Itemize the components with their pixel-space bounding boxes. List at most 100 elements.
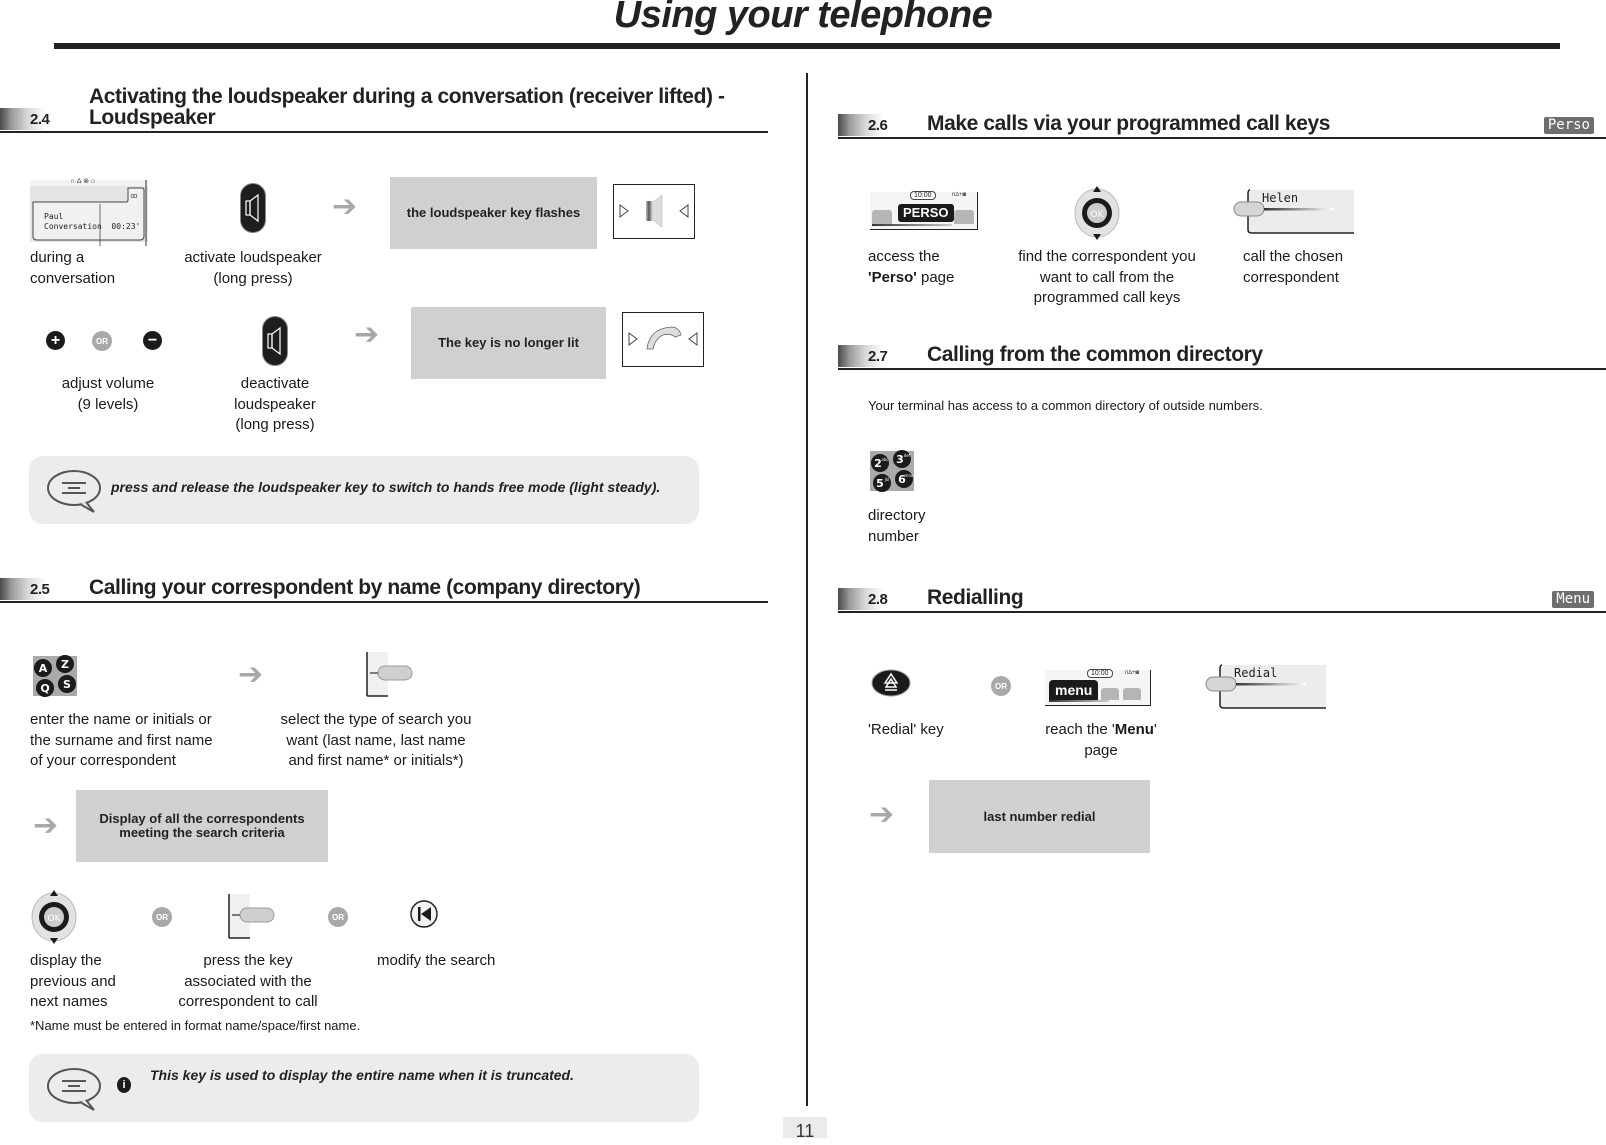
volume-up-button[interactable]: + bbox=[46, 331, 65, 350]
arrow-right-icon: ➔ bbox=[869, 798, 895, 831]
page-number-tab: 11 bbox=[783, 1117, 827, 1141]
or-badge: OR bbox=[92, 331, 112, 351]
skip-back-icon bbox=[410, 900, 438, 928]
key-5: 5 bbox=[876, 477, 884, 490]
key-label: Helen bbox=[1262, 191, 1299, 205]
modify-search-key[interactable] bbox=[409, 899, 439, 929]
section-rule bbox=[838, 368, 1606, 370]
key-5-letters: jkl bbox=[884, 477, 890, 482]
screen-time: 10:00 bbox=[910, 191, 936, 200]
step-enter-name: enter the name or initials or the surnam… bbox=[30, 711, 213, 769]
step-adjust-volume: adjust volume (9 levels) bbox=[61, 375, 155, 413]
section-number: 2.5 bbox=[30, 581, 50, 598]
section-rule bbox=[838, 137, 1606, 139]
redial-icon bbox=[871, 669, 911, 697]
softkey-correspondent[interactable] bbox=[228, 894, 278, 940]
key-3: 3 bbox=[896, 453, 904, 466]
section-title: Redialling bbox=[927, 586, 1024, 609]
key-q: Q bbox=[40, 682, 49, 695]
step-press-key: press the key associated with the corres… bbox=[178, 952, 318, 1010]
loudspeaker-key-deactivate[interactable] bbox=[262, 316, 288, 366]
programmed-key-redial[interactable]: Redial bbox=[1205, 664, 1326, 709]
speaker-flashing-icon bbox=[619, 194, 689, 228]
page-number: 11 bbox=[795, 1121, 815, 1141]
navigator-icon: OK bbox=[1074, 186, 1120, 240]
perso-tag: Perso bbox=[1543, 117, 1594, 134]
section-title: Make calls via your programmed call keys bbox=[927, 112, 1331, 135]
or-badge: OR bbox=[152, 907, 172, 927]
ok-navigator[interactable]: OK bbox=[31, 890, 77, 944]
step-access-perso: access the 'Perso' page bbox=[868, 247, 954, 288]
arrow-right-icon: ➔ bbox=[354, 318, 380, 351]
section-2-8-header: 2.8 Redialling Menu bbox=[838, 580, 1606, 613]
keypad-letters-icon: A Z Q S bbox=[34, 655, 76, 697]
note-text: This key is used to display the entire n… bbox=[150, 1067, 574, 1083]
step-reach-menu: reach the 'Menu' page bbox=[1020, 720, 1182, 761]
speech-bubble-icon bbox=[46, 1066, 106, 1112]
screen-time: 10:00 bbox=[1087, 669, 1113, 678]
step-redial-key: 'Redial' key bbox=[868, 721, 944, 738]
arrow-right-icon: ➔ bbox=[238, 658, 264, 691]
key-6-letters: mno bbox=[905, 473, 914, 478]
ok-navigator[interactable]: OK bbox=[1074, 186, 1120, 240]
key-3-letters: def bbox=[904, 453, 911, 458]
softkey-select-search[interactable] bbox=[366, 652, 416, 698]
step-directory-number: directory number bbox=[868, 507, 926, 545]
result-key-no-longer-lit: The key is no longer lit bbox=[411, 307, 606, 379]
key-a: A bbox=[39, 662, 48, 675]
step-find-correspondent: find the correspondent you want to call … bbox=[1018, 248, 1196, 306]
key-z: Z bbox=[61, 658, 69, 671]
svg-text:ꝏ: ꝏ bbox=[130, 192, 137, 200]
section-2-6-header: 2.6 Make calls via your programmed call … bbox=[838, 106, 1606, 139]
section-rule bbox=[0, 601, 768, 603]
step-activate-loudspeaker: activate loudspeaker (long press) bbox=[184, 249, 322, 287]
step-during-conversation: during a conversation bbox=[30, 249, 116, 287]
softkey-icon bbox=[366, 652, 413, 697]
numeric-keypad-icon[interactable]: 2 3 5 6 abc def jkl mno bbox=[870, 450, 914, 492]
reach-pre: reach the ' bbox=[1045, 721, 1115, 738]
section-rule bbox=[838, 611, 1606, 613]
flashing-speaker-key-display bbox=[613, 184, 695, 239]
screen-page-label: menu bbox=[1049, 680, 1099, 700]
title-rule bbox=[54, 43, 1560, 49]
section-2-5-header: 2.5 Calling your correspondent by name (… bbox=[0, 570, 768, 603]
screen-page-label: PERSO bbox=[898, 204, 954, 222]
step-display-previous-next: display the previous and next names bbox=[30, 952, 116, 1010]
programmed-key-helen[interactable]: Helen bbox=[1233, 189, 1354, 234]
menu-page-screen[interactable]: 10:00 n∆+◙ menu bbox=[1045, 669, 1151, 706]
or-badge: OR bbox=[328, 907, 348, 927]
section-number: 2.6 bbox=[868, 117, 888, 134]
section-title-line-1: Activating the loudspeaker during a conv… bbox=[89, 85, 725, 108]
note-text: press and release the loudspeaker key to… bbox=[111, 479, 661, 495]
section-number: 2.8 bbox=[868, 591, 888, 608]
phone-screen-conversation: ꝏ ∩ ∆ ⊗ ⌂ Paul Conversation 00:23' bbox=[30, 178, 148, 246]
screen-status-icons: ∩ ∆ ⊗ ⌂ bbox=[70, 178, 96, 185]
key-s: S bbox=[63, 678, 71, 691]
section-2-7-header: 2.7 Calling from the common directory bbox=[838, 337, 1606, 370]
redial-key[interactable] bbox=[871, 669, 911, 697]
ok-label: OK bbox=[48, 914, 62, 924]
note-icon bbox=[47, 1068, 101, 1111]
result-last-number-redial: last number redial bbox=[929, 780, 1150, 853]
loudspeaker-key[interactable] bbox=[240, 183, 266, 233]
loudspeaker-icon bbox=[262, 316, 288, 366]
perso-bold: 'Perso' bbox=[868, 268, 917, 286]
handset-icon bbox=[628, 326, 698, 350]
footnote: *Name must be entered in format name/spa… bbox=[30, 1018, 361, 1033]
volume-down-button[interactable]: − bbox=[143, 331, 162, 350]
key-2-letters: abc bbox=[881, 457, 888, 462]
ok-label: OK bbox=[1091, 210, 1105, 220]
section-rule bbox=[0, 131, 768, 133]
screen-caller-name: Paul bbox=[44, 212, 64, 221]
step-modify-search: modify the search bbox=[377, 952, 496, 969]
alpha-keypad-icon[interactable]: A Z Q S bbox=[33, 655, 77, 697]
handset-key-display bbox=[622, 312, 704, 367]
section-title-line-2: Loudspeaker bbox=[89, 106, 216, 129]
softkey-icon bbox=[228, 894, 275, 939]
page-word: page bbox=[916, 268, 955, 286]
perso-page-screen[interactable]: 10:00 n∆+◙ PERSO bbox=[870, 191, 978, 230]
page-title: Using your telephone bbox=[613, 0, 993, 36]
speech-bubble-icon bbox=[46, 468, 106, 514]
menu-bold: Menu bbox=[1114, 721, 1154, 738]
keypad-digits-icon: 2 3 5 6 abc def jkl mno bbox=[871, 450, 914, 492]
